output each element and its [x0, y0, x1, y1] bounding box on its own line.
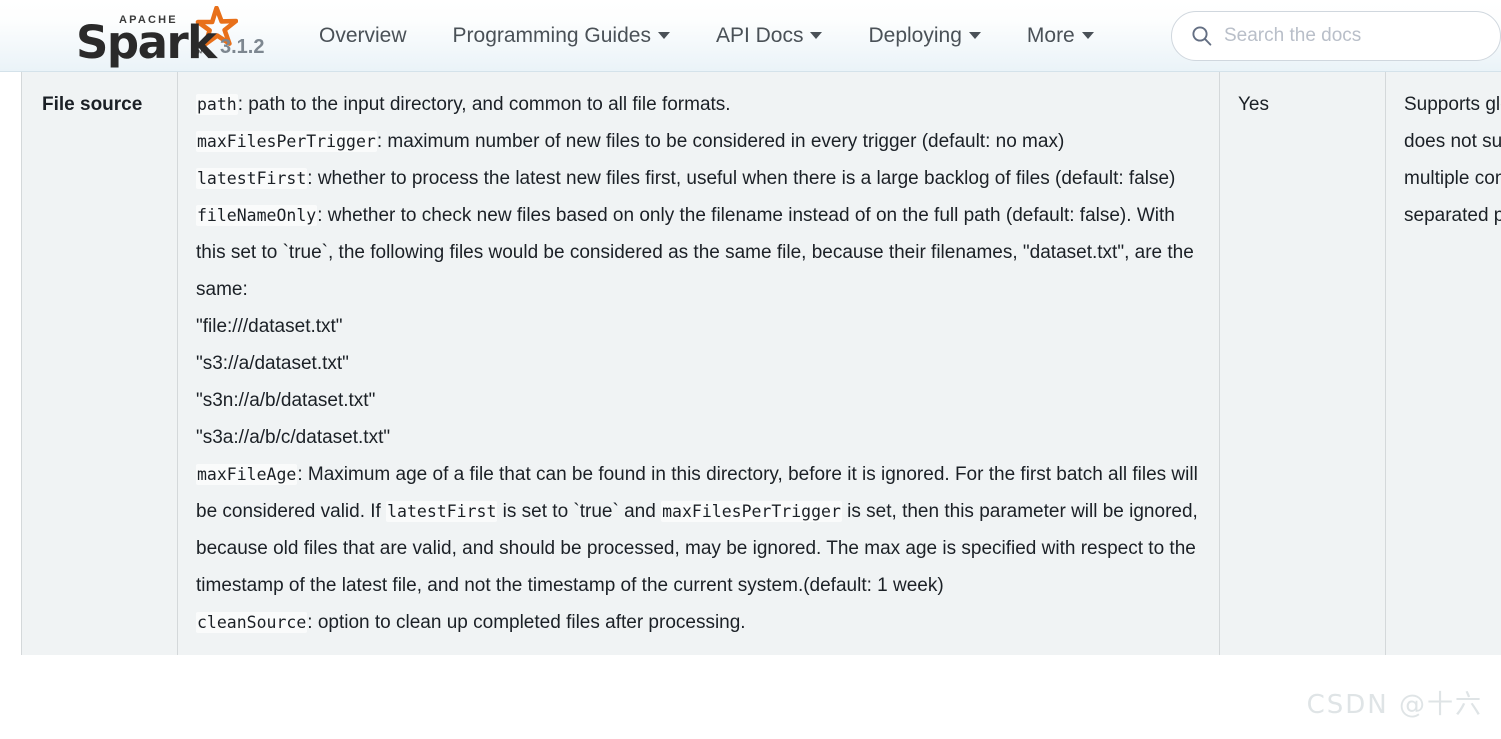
logo-spark-text: Spark	[76, 15, 217, 69]
option-text: : whether to check new files based on on…	[196, 205, 1194, 300]
code-maxfilespertrigger: maxFilesPerTrigger	[196, 131, 377, 152]
chevron-down-icon	[968, 32, 981, 39]
csdn-watermark: CSDN @十六	[1306, 690, 1483, 720]
option-line-maxfileage: maxFileAge: Maximum age of a file that c…	[196, 456, 1201, 604]
nav-links: Overview Programming Guides API Docs Dep…	[296, 21, 1117, 51]
chevron-down-icon	[810, 32, 823, 39]
chevron-down-icon	[1081, 32, 1094, 39]
top-navbar: APACHE Spark ™ 3.1.2 Overview Programmin…	[0, 0, 1501, 72]
cell-source-name: File source	[21, 72, 178, 655]
nav-item-label: Overview	[319, 23, 407, 47]
table-row: File source path: path to the input dire…	[21, 72, 1501, 655]
cell-notes: Supports glob paths, but does not suppor…	[1385, 72, 1501, 655]
code-latestfirst-ref: latestFirst	[386, 501, 498, 522]
option-line-latestfirst: latestFirst: whether to process the late…	[196, 160, 1201, 197]
code-path: path	[196, 94, 238, 115]
option-text: : maximum number of new files to be cons…	[376, 131, 1065, 152]
example-path-s3n: "s3n://a/b/dataset.txt"	[196, 390, 376, 411]
example-path-s3: "s3://a/dataset.txt"	[196, 353, 349, 374]
nav-item-api-docs[interactable]: API Docs	[693, 21, 846, 51]
nav-item-label: API Docs	[715, 23, 804, 47]
option-line-maxfilespertrigger: maxFilesPerTrigger: maximum number of ne…	[196, 123, 1201, 160]
code-maxfileage: maxFileAge	[196, 464, 298, 485]
example-path-file: "file:///dataset.txt"	[196, 316, 343, 337]
cell-source-options: path: path to the input directory, and c…	[177, 72, 1220, 655]
notes-text: Supports glob paths, but does not suppor…	[1404, 94, 1501, 226]
code-maxfilespertrigger-ref: maxFilesPerTrigger	[661, 501, 842, 522]
search-area	[1171, 10, 1501, 62]
nav-item-more[interactable]: More	[1004, 21, 1117, 51]
search-input[interactable]	[1224, 25, 1474, 47]
option-line-filenameonly: fileNameOnly: whether to check new files…	[196, 197, 1201, 308]
source-name-text: File source	[42, 94, 143, 115]
code-cleansource: cleanSource	[196, 612, 308, 633]
nav-item-overview[interactable]: Overview	[296, 21, 430, 51]
chevron-down-icon	[657, 32, 670, 39]
cell-fault-tolerant: Yes	[1219, 72, 1386, 655]
nav-item-programming-guides[interactable]: Programming Guides	[430, 21, 693, 51]
search-icon	[1192, 26, 1212, 46]
doc-content-area: File source path: path to the input dire…	[0, 72, 1501, 739]
logo-tm-mark: ™	[194, 47, 203, 58]
fault-tolerant-value: Yes	[1238, 94, 1269, 115]
option-line-path: path: path to the input directory, and c…	[196, 86, 1201, 123]
nav-item-label: Deploying	[868, 23, 962, 47]
option-text: : option to clean up completed files aft…	[307, 612, 746, 633]
spark-brand-logo[interactable]: APACHE Spark ™ 3.1.2	[76, 5, 264, 69]
logo-wrap: APACHE Spark ™ 3.1.2	[76, 5, 264, 69]
code-filenameonly: fileNameOnly	[196, 205, 318, 226]
nav-item-deploying[interactable]: Deploying	[845, 21, 1003, 51]
code-latestfirst: latestFirst	[196, 168, 308, 189]
option-text: : whether to process the latest new file…	[307, 168, 1176, 189]
search-box[interactable]	[1171, 11, 1501, 61]
option-line-cleansource: cleanSource: option to clean up complete…	[196, 604, 1201, 641]
logo-version-text: 3.1.2	[220, 35, 265, 58]
example-path-s3a: "s3a://a/b/c/dataset.txt"	[196, 427, 391, 448]
option-text: : path to the input directory, and commo…	[237, 94, 731, 115]
option-text-part2: is set to `true` and	[497, 501, 662, 522]
source-options-table: File source path: path to the input dire…	[21, 72, 1501, 655]
nav-item-label: More	[1026, 23, 1075, 47]
nav-item-label: Programming Guides	[452, 23, 651, 47]
